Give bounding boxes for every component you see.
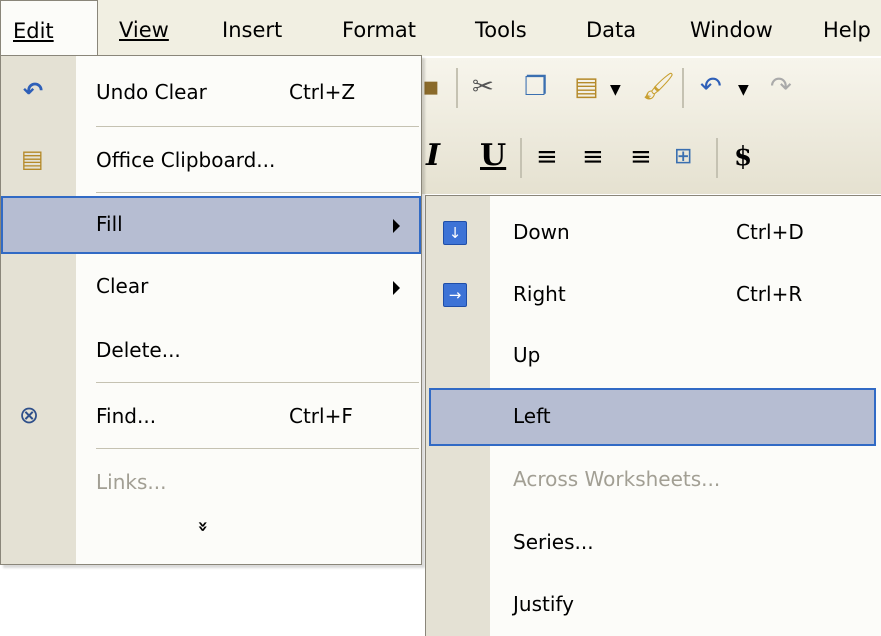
menu-item-links: Links... (1, 454, 421, 512)
submenu-arrow-icon (393, 281, 400, 295)
menu-item-shortcut: Ctrl+D (736, 220, 804, 244)
menu-item-delete[interactable]: Delete... (1, 322, 421, 380)
menu-divider (96, 382, 419, 383)
align-right-icon[interactable]: ≡ (630, 142, 652, 172)
menu-item-label: Justify (513, 592, 574, 616)
menu-insert[interactable]: Insert (222, 18, 282, 42)
menu-tools[interactable]: Tools (475, 18, 527, 42)
menu-item-label: Clear (96, 274, 149, 298)
menu-divider (96, 126, 419, 127)
menu-item-fill-left[interactable]: Left (429, 388, 876, 446)
menu-item-label: Delete... (96, 338, 181, 362)
menu-item-shortcut: Ctrl+R (736, 282, 803, 306)
menu-item-label: Links... (96, 470, 167, 494)
menu-tools-label: Tools (475, 18, 527, 42)
menu-item-label: Across Worksheets... (513, 467, 721, 491)
menu-divider (96, 448, 419, 449)
toolbar-separator (682, 68, 684, 108)
menu-item-label: Left (513, 404, 551, 428)
menu-bar: Edit View Insert Format Tools Data Windo… (0, 0, 881, 56)
fill-submenu: ↓ Down Ctrl+D → Right Ctrl+R Up Left Acr… (425, 195, 881, 636)
menu-item-fill-down[interactable]: ↓ Down Ctrl+D (426, 204, 881, 262)
merge-center-icon[interactable]: ⊞ (674, 144, 692, 169)
menu-view-label: View (119, 18, 169, 42)
menu-item-across-worksheets: Across Worksheets... (426, 451, 881, 509)
menu-view[interactable]: View (119, 18, 169, 42)
menu-item-label: Series... (513, 530, 594, 554)
print-preview-icon[interactable]: ▪ (422, 72, 440, 102)
menu-help[interactable]: Help (823, 18, 871, 42)
menu-window-label: Window (690, 18, 773, 42)
menu-item-undo-clear[interactable]: ↶ Undo Clear Ctrl+Z (1, 64, 421, 122)
menu-edit-label: Edit (13, 19, 54, 43)
menu-data[interactable]: Data (586, 18, 636, 42)
edit-menu: ↶ Undo Clear Ctrl+Z ▤ Office Clipboard..… (0, 55, 422, 565)
menu-insert-label: Insert (222, 18, 283, 42)
submenu-arrow-icon (393, 219, 400, 233)
align-center-icon[interactable]: ≡ (582, 142, 604, 172)
menu-item-justify[interactable]: Justify (426, 576, 881, 634)
menu-item-shortcut: Ctrl+Z (289, 80, 356, 104)
menu-item-label: Office Clipboard... (96, 148, 276, 172)
toolbar: ▪ ✂ ❐ ▤ ▼ 🖌 ↶ ▼ ↷ I U ≡ ≡ ≡ ⊞ $ (420, 58, 881, 194)
align-left-icon[interactable]: ≡ (536, 142, 558, 172)
fill-right-icon: → (443, 283, 467, 307)
menu-item-label: Fill (96, 212, 123, 236)
standard-toolbar: ▪ ✂ ❐ ▤ ▼ 🖌 ↶ ▼ ↷ (420, 58, 881, 118)
undo-dropdown-icon[interactable]: ▼ (738, 82, 749, 98)
menu-item-label: Find... (96, 404, 157, 428)
menu-item-label: Right (513, 282, 566, 306)
paste-dropdown-icon[interactable]: ▼ (610, 82, 621, 98)
italic-button[interactable]: I (426, 138, 440, 173)
chevron-double-down-icon: » (192, 520, 214, 533)
menu-item-label: Down (513, 220, 570, 244)
undo-toolbar-icon[interactable]: ↶ (700, 72, 722, 102)
menu-item-fill[interactable]: Fill (1, 196, 421, 254)
menu-item-clear[interactable]: Clear (1, 258, 421, 316)
menu-item-office-clipboard[interactable]: ▤ Office Clipboard... (1, 132, 421, 190)
menu-data-label: Data (586, 18, 637, 42)
menu-item-fill-up[interactable]: Up (426, 327, 881, 385)
menu-item-series[interactable]: Series... (426, 514, 881, 572)
paste-icon[interactable]: ▤ (574, 72, 599, 102)
redo-toolbar-icon[interactable]: ↷ (770, 72, 792, 102)
menu-item-fill-right[interactable]: → Right Ctrl+R (426, 266, 881, 324)
formatting-toolbar: I U ≡ ≡ ≡ ⊞ $ (420, 128, 881, 188)
menu-edit[interactable]: Edit (0, 0, 98, 56)
menu-divider (96, 192, 419, 193)
underline-button[interactable]: U (480, 138, 506, 173)
fill-down-icon: ↓ (443, 221, 467, 245)
binoculars-icon: ⊗ (19, 401, 40, 429)
menu-expand-button[interactable]: » (1, 506, 421, 556)
menu-item-label: Up (513, 343, 541, 367)
clipboard-icon: ▤ (21, 145, 44, 173)
undo-icon: ↶ (23, 77, 44, 105)
format-painter-icon[interactable]: 🖌 (642, 72, 675, 102)
menu-item-shortcut: Ctrl+F (289, 404, 353, 428)
cut-icon[interactable]: ✂ (472, 72, 494, 102)
toolbar-separator (520, 138, 522, 178)
copy-icon[interactable]: ❐ (524, 72, 547, 102)
menu-format[interactable]: Format (342, 18, 416, 42)
menu-format-label: Format (342, 18, 417, 42)
toolbar-separator (456, 68, 458, 108)
menu-item-find[interactable]: ⊗ Find... Ctrl+F (1, 388, 421, 446)
currency-button[interactable]: $ (734, 142, 752, 172)
toolbar-separator (716, 138, 718, 178)
menu-window[interactable]: Window (690, 18, 773, 42)
menu-help-label: Help (823, 18, 871, 42)
menu-item-label: Undo Clear (96, 80, 207, 104)
